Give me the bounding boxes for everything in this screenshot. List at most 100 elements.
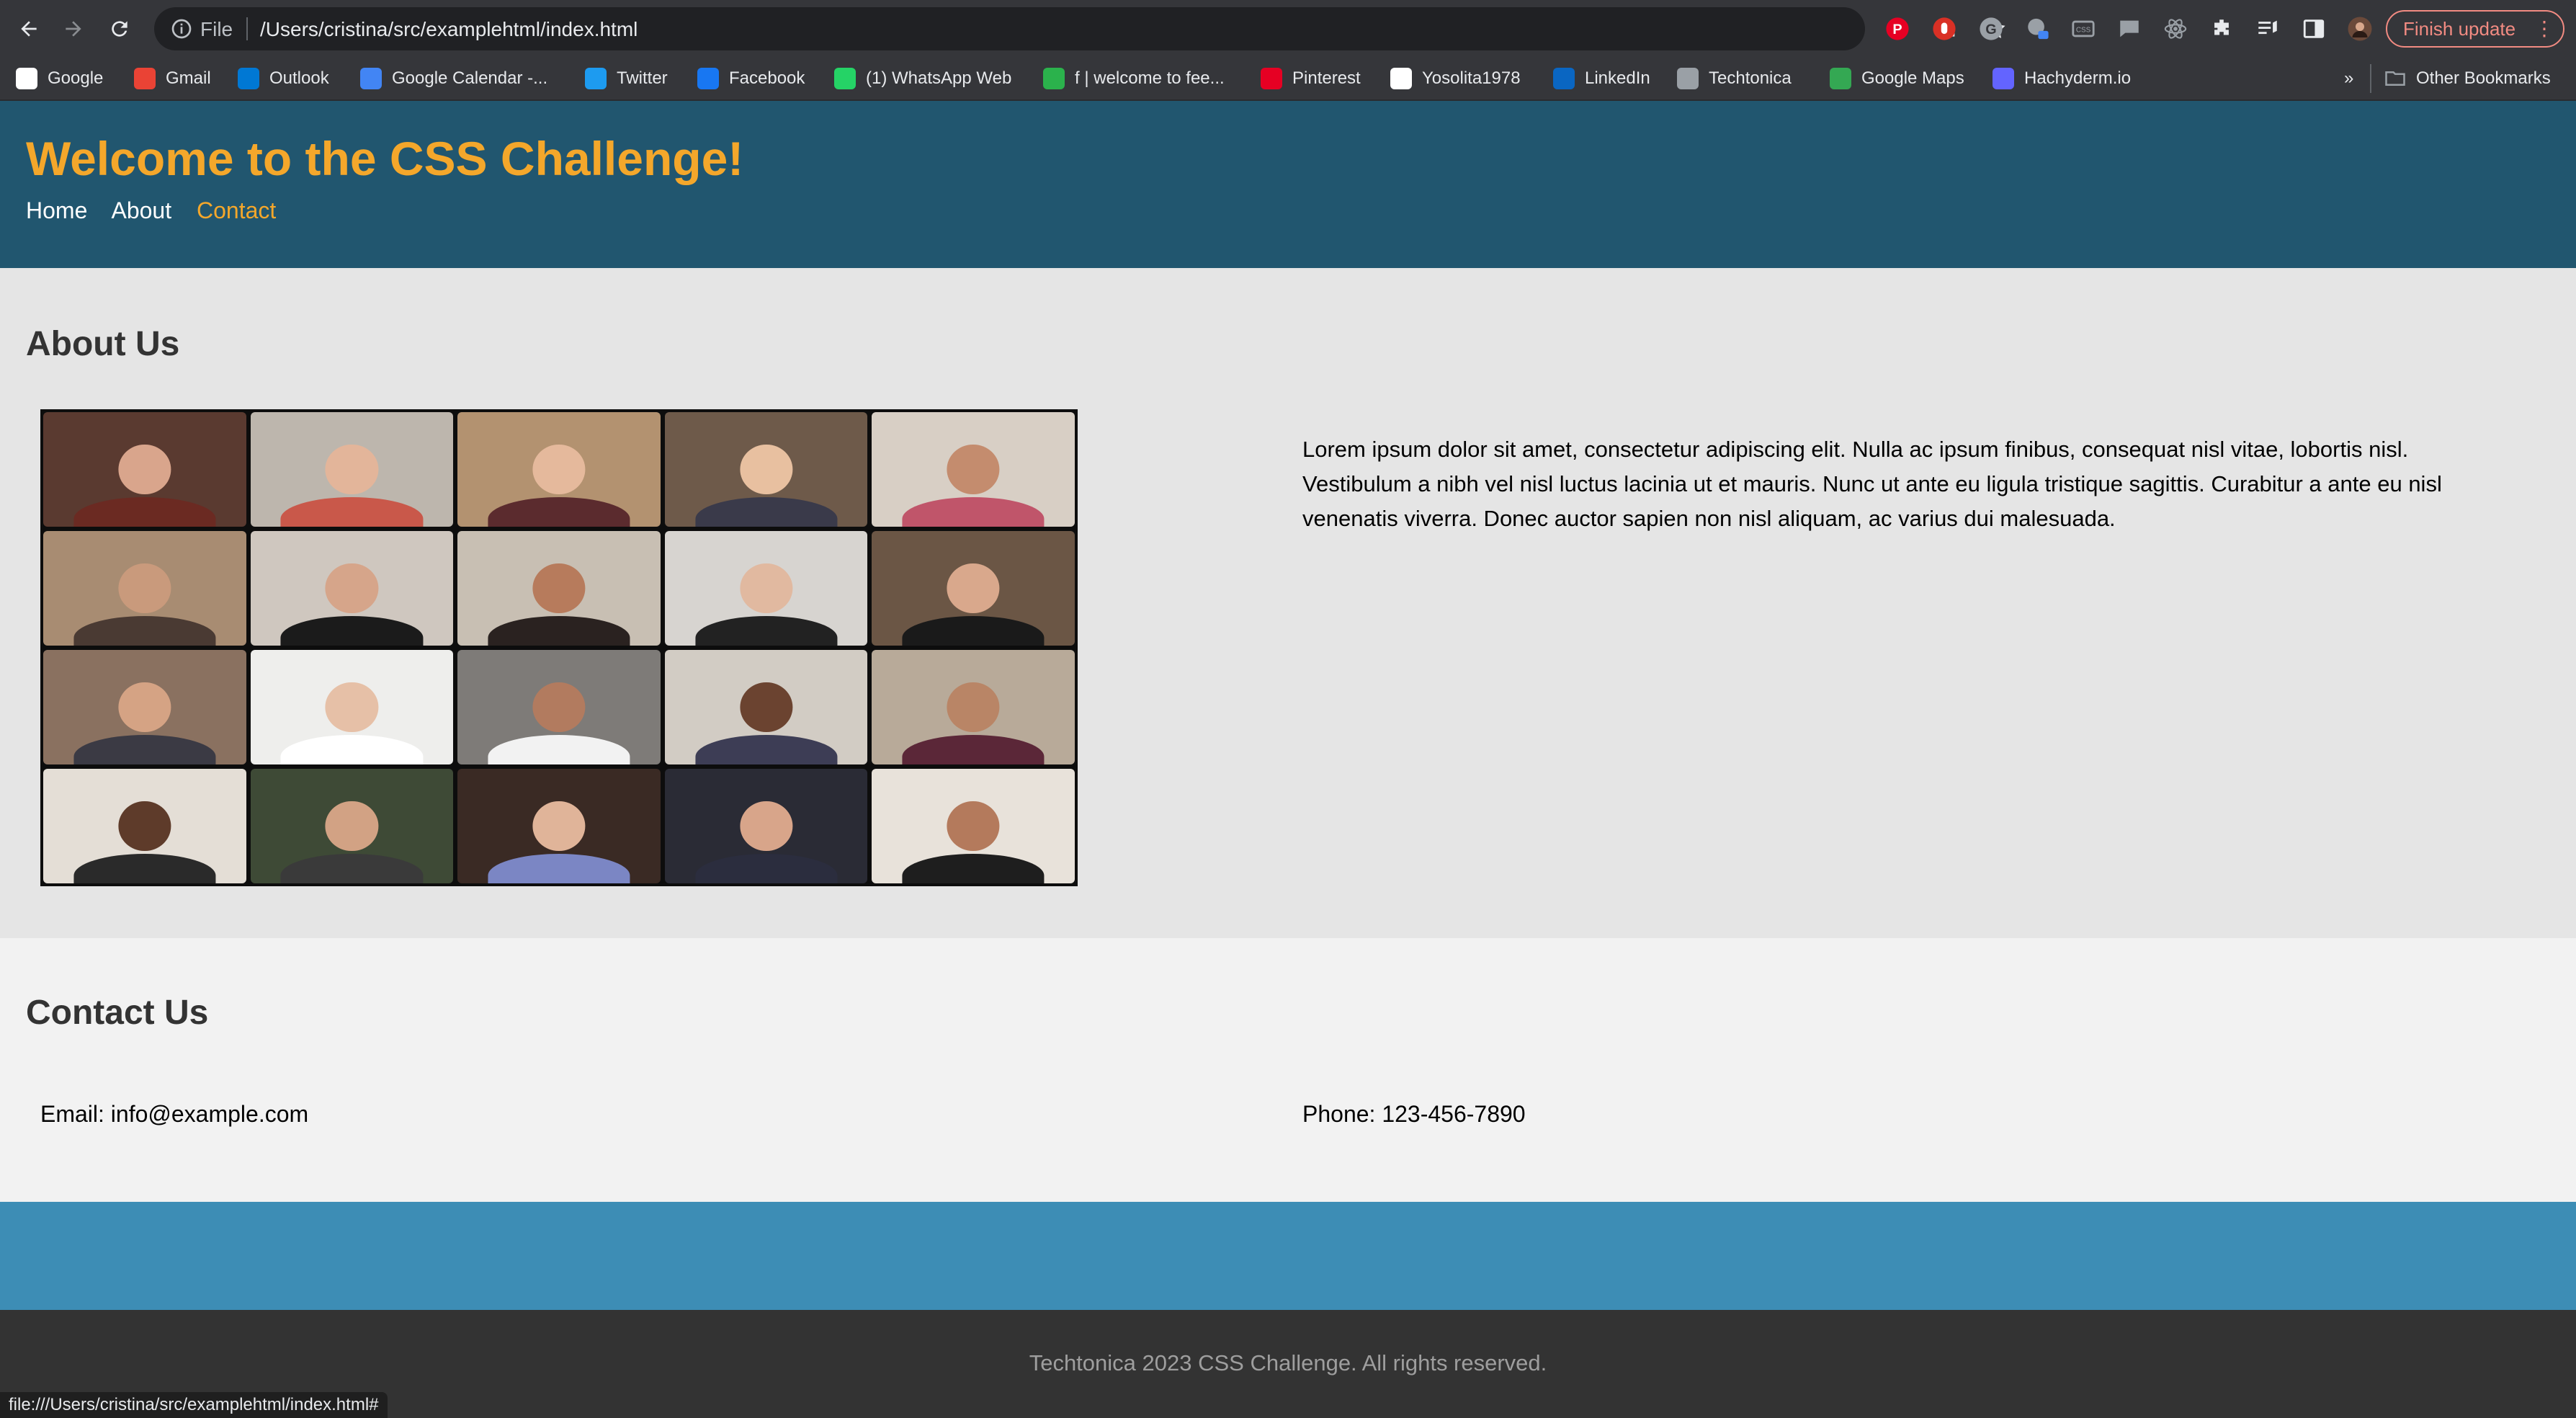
participant-face: [532, 801, 586, 852]
participant-face: [532, 682, 586, 733]
side-panel-icon[interactable]: [2299, 14, 2328, 43]
participant-face: [118, 563, 171, 614]
finish-update-label: Finish update: [2403, 17, 2516, 40]
feedly-icon: [1043, 68, 1065, 89]
bookmark-google-maps[interactable]: Google Maps: [1830, 58, 1964, 99]
participant-body: [280, 853, 423, 883]
bookmark-gmail[interactable]: Gmail: [134, 58, 211, 99]
participant-video-tile: [250, 412, 454, 527]
participant-body: [695, 853, 838, 883]
bookmark-label: Hachyderm.io: [2024, 68, 2132, 88]
accent-band: [0, 1202, 2576, 1310]
profile-avatar-icon[interactable]: [2345, 14, 2374, 43]
chat-extension-icon[interactable]: [2115, 14, 2144, 43]
folder-icon: [1677, 68, 1699, 89]
nav-link-home[interactable]: Home: [26, 197, 87, 223]
participant-video-tile: [457, 412, 661, 527]
participant-video-tile: [664, 650, 868, 764]
participant-video-tile: [250, 650, 454, 764]
bookmark-label: Yosolita1978: [1422, 68, 1521, 88]
react-devtools-icon[interactable]: [2161, 14, 2190, 43]
reading-list-icon[interactable]: [2253, 14, 2282, 43]
participant-video-tile: [43, 769, 246, 883]
participant-body: [695, 734, 838, 764]
footer-text: Techtonica 2023 CSS Challenge. All right…: [1029, 1350, 1547, 1375]
participant-body: [488, 496, 630, 527]
participant-video-tile: [457, 531, 661, 646]
participant-video-tile: [872, 412, 1075, 527]
hand-extension-icon[interactable]: [1930, 14, 1959, 43]
bookmark-hachyderm-io[interactable]: Hachyderm.io: [1993, 58, 2131, 99]
about-section: About Us Lorem ipsum dolor sit amet, con…: [0, 268, 2576, 938]
participant-video-tile: [664, 531, 868, 646]
participant-video-tile: [872, 531, 1075, 646]
nav-link-contact[interactable]: Contact: [197, 197, 276, 223]
participant-body: [280, 615, 423, 646]
nav-link-about[interactable]: About: [111, 197, 171, 223]
status-bar-url: file:///Users/cristina/src/examplehtml/i…: [0, 1392, 388, 1418]
bookmark-pinterest[interactable]: Pinterest: [1261, 58, 1361, 99]
other-bookmarks-button[interactable]: Other Bookmarks: [2384, 58, 2551, 99]
team-photo-grid: [40, 409, 1078, 886]
participant-face: [532, 563, 586, 614]
bookmark-f-welcome-to-fee[interactable]: f | welcome to fee...: [1043, 58, 1225, 99]
participant-face: [532, 444, 586, 495]
twitter-icon: [585, 68, 607, 89]
participant-face: [325, 682, 378, 733]
site-header: Welcome to the CSS Challenge! Home About…: [0, 101, 2576, 268]
participant-body: [73, 853, 216, 883]
reload-button[interactable]: [102, 12, 137, 46]
bookmarks-bar: Google Gmail Outlook Google Calendar -... Tw…: [0, 58, 2576, 101]
reload-icon: [112, 21, 128, 37]
participant-face: [118, 801, 171, 852]
site-nav: Home About Contact: [26, 197, 295, 224]
bookmark-facebook[interactable]: Facebook: [697, 58, 805, 99]
participant-body: [902, 496, 1045, 527]
bookmark-techtonica[interactable]: Techtonica: [1677, 58, 1792, 99]
bookmark-twitter[interactable]: Twitter: [585, 58, 668, 99]
participant-video-tile: [43, 650, 246, 764]
bookmark-1-whatsapp-web[interactable]: (1) WhatsApp Web: [834, 58, 1011, 99]
bookmarks-overflow-button[interactable]: »: [2344, 58, 2353, 99]
participant-body: [902, 853, 1045, 883]
extension-badge-icon[interactable]: [2023, 14, 2052, 43]
pinterest-extension-icon[interactable]: P: [1883, 14, 1912, 43]
grammarly-extension-icon[interactable]: G: [1977, 14, 2005, 43]
forward-arrow-icon: [66, 21, 81, 37]
finish-update-button[interactable]: Finish update ⋮: [2386, 10, 2564, 48]
bookmark-google-calendar[interactable]: Google Calendar -...: [360, 58, 547, 99]
bookmark-linkedin[interactable]: LinkedIn: [1553, 58, 1650, 99]
whatsapp-icon: [834, 68, 856, 89]
participant-video-tile: [872, 650, 1075, 764]
css-extension-icon[interactable]: CSS: [2069, 14, 2098, 43]
participant-body: [73, 734, 216, 764]
participant-face: [739, 563, 793, 614]
bookmarks-divider: [2370, 64, 2371, 93]
scheme-label: File: [200, 18, 233, 40]
omnibox-divider: [246, 17, 248, 40]
info-icon[interactable]: [170, 17, 193, 40]
folder-icon: [2385, 71, 2405, 86]
participant-body: [902, 734, 1045, 764]
bookmark-label: (1) WhatsApp Web: [866, 68, 1012, 88]
maps-icon: [1830, 68, 1851, 89]
bookmark-outlook[interactable]: Outlook: [238, 58, 329, 99]
back-arrow-icon: [21, 21, 37, 37]
participant-body: [280, 734, 423, 764]
bookmark-yosolita1978[interactable]: Yosolita1978: [1390, 58, 1521, 99]
participant-face: [118, 444, 171, 495]
url-text[interactable]: /Users/cristina/src/examplehtml/index.ht…: [260, 18, 638, 41]
calendar-icon: [360, 68, 382, 89]
contact-email: Email: info@example.com: [40, 1101, 309, 1127]
forward-button[interactable]: [56, 12, 91, 46]
contact-phone: Phone: 123-456-7890: [1302, 1101, 1526, 1127]
participant-body: [73, 496, 216, 527]
extensions-puzzle-icon[interactable]: [2207, 14, 2236, 43]
participant-face: [325, 563, 378, 614]
participant-body: [695, 496, 838, 527]
svg-text:G: G: [1985, 22, 1996, 37]
bookmark-google[interactable]: Google: [16, 58, 103, 99]
back-button[interactable]: [12, 12, 46, 46]
address-bar[interactable]: File /Users/cristina/src/examplehtml/ind…: [154, 7, 2005, 50]
other-bookmarks-label: Other Bookmarks: [2416, 68, 2551, 88]
